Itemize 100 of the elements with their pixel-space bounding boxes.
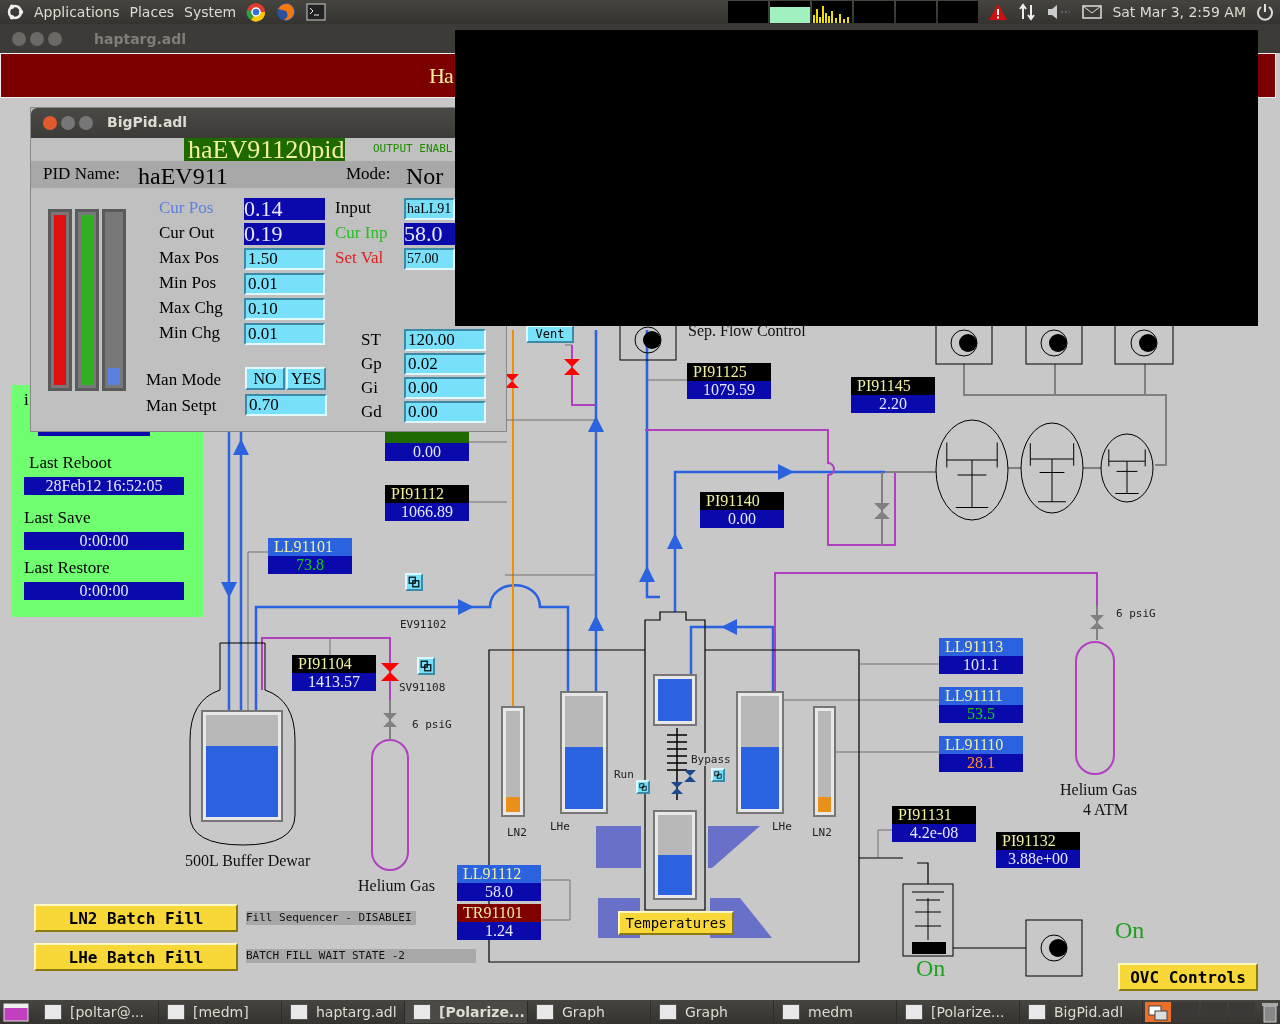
readout-value: 4.2e-08	[892, 824, 976, 842]
logo-icon[interactable]	[6, 3, 24, 21]
warning-icon[interactable]	[988, 3, 1009, 21]
trash-icon[interactable]	[1260, 1001, 1280, 1023]
related-display-button[interactable]: Temperatures	[618, 911, 734, 935]
readout-value: 1079.59	[687, 381, 771, 399]
readout-tag: LL91110	[939, 736, 1023, 754]
taskbar-item[interactable]: Graph	[651, 1001, 774, 1023]
terminal-icon[interactable]	[306, 3, 327, 21]
panel-label: i	[24, 390, 29, 410]
field-label: Input	[335, 198, 371, 218]
readout-tag: PI91140	[700, 492, 784, 510]
field-label: Man Setpt	[146, 396, 217, 416]
readout-value: 73.8	[268, 556, 352, 574]
mode-option[interactable]: NO	[245, 367, 285, 390]
related-display-button[interactable]: OVC Controls	[1118, 963, 1258, 991]
input-field[interactable]: 57.00	[404, 248, 455, 270]
taskbar-item[interactable]: [Polarize...	[405, 1001, 528, 1023]
readout-value: 28.1	[939, 754, 1023, 772]
readout-tag: PI91145	[851, 377, 935, 395]
menu-item[interactable]: Places	[129, 4, 175, 20]
input-field[interactable]: 0.70	[245, 394, 327, 416]
popup-button[interactable]	[405, 573, 423, 591]
workspace-switcher-icon[interactable]	[1143, 1001, 1255, 1023]
input-field[interactable]: 0.01	[244, 273, 325, 295]
input-field[interactable]: 0.00	[404, 377, 486, 399]
field-label: PID Name:	[43, 164, 120, 184]
diagram-label: 6 psiG	[412, 718, 452, 731]
popup-button[interactable]	[711, 768, 725, 782]
diagram-label: Bypass	[691, 753, 731, 766]
globe-icon[interactable]	[276, 2, 297, 22]
field-label: Cur Out	[159, 223, 215, 243]
power-icon[interactable]	[1256, 3, 1274, 21]
diagram-label: Run	[614, 768, 634, 781]
field-label: Cur Inp	[335, 223, 388, 243]
panel-label: Last Reboot	[29, 453, 112, 473]
readout-tag: PI91104	[292, 655, 376, 673]
speaker-icon[interactable]	[1046, 4, 1073, 20]
field-label: Max Pos	[159, 248, 219, 268]
diagram-label: LN2	[812, 826, 832, 839]
input-field[interactable]: 120.00	[404, 329, 486, 351]
readout-value: 2.20	[851, 395, 935, 413]
taskbar-item[interactable]: Graph	[528, 1001, 651, 1023]
record-name: haEV91120pid	[184, 138, 345, 161]
panel-label: Last Save	[24, 508, 91, 528]
readout-value: 58.0	[457, 883, 541, 901]
pump-state: On	[1115, 917, 1145, 944]
readout-tag: TR91101	[457, 904, 541, 922]
readout-tag: PI91131	[892, 806, 976, 824]
readout-tag: PI91132	[996, 832, 1080, 850]
readout-value: 1.24	[457, 922, 541, 940]
mail-icon[interactable]	[1082, 5, 1103, 19]
diagram-label: 500L Buffer Dewar	[185, 852, 311, 870]
field-label: Mode:	[346, 164, 391, 184]
input-field[interactable]: 0.10	[244, 298, 325, 320]
browser-icon[interactable]	[246, 2, 267, 22]
window-title: BigPid.adl	[107, 114, 188, 130]
taskbar-item[interactable]: medm	[774, 1001, 897, 1023]
diagram-label: LHe	[772, 820, 792, 833]
value-display: 0.19	[244, 223, 325, 245]
diagram-label: SV91108	[399, 681, 446, 694]
field-label: ST	[361, 330, 381, 350]
value-display: 58.0	[404, 223, 455, 245]
taskbar-item[interactable]: [poltar@...	[36, 1001, 159, 1023]
window-title: haptarg.adl	[94, 30, 187, 47]
readout-value: 1413.57	[292, 673, 376, 691]
readout-value: 0.00	[385, 443, 469, 461]
readout-value: 1066.89	[385, 503, 469, 521]
network-arrows-icon[interactable]	[1018, 3, 1037, 21]
readout-tag: PI91112	[385, 485, 469, 503]
taskbar-item[interactable]: haptarg.adl	[282, 1001, 405, 1023]
menu-item[interactable]: System	[184, 4, 237, 20]
diagram-label: LHe	[550, 820, 570, 833]
popup-button[interactable]	[417, 657, 435, 675]
taskbar-item[interactable]: BigPid.adl	[1020, 1001, 1143, 1023]
input-field[interactable]: 0.01	[244, 323, 325, 345]
popup-button[interactable]	[636, 780, 650, 794]
menu-item[interactable]: Applications	[34, 4, 120, 20]
clock[interactable]: Sat Mar 3, 2:59 AM	[1112, 4, 1246, 20]
readout-value: 0.00	[700, 510, 784, 528]
taskbar-item[interactable]: [Polarize...	[897, 1001, 1020, 1023]
input-field[interactable]: 0.02	[404, 353, 486, 375]
input-field[interactable]: 0.00	[404, 401, 486, 423]
value-display: 28Feb12 16:52:05	[24, 477, 184, 495]
input-field[interactable]: 1.50	[244, 248, 325, 270]
readout-value: 101.1	[939, 656, 1023, 674]
readout-value: 53.5	[939, 705, 1023, 723]
readout-tag: PI91125	[687, 363, 771, 381]
diagram-label: LN2	[507, 826, 527, 839]
taskbar-item[interactable]: [medm]	[159, 1001, 282, 1023]
input-field[interactable]: haLL91	[404, 198, 455, 220]
mode-value: Nor	[406, 163, 444, 189]
related-display-button[interactable]: LN2 Batch Fill	[34, 904, 238, 932]
pump-state: On	[916, 955, 946, 982]
value-display: 0:00:00	[24, 582, 184, 600]
related-display-button[interactable]: LHe Batch Fill	[34, 943, 238, 971]
field-label: Man Mode	[146, 370, 222, 390]
field-label: Min Chg	[159, 323, 220, 343]
readout-tag: LL91113	[939, 638, 1023, 656]
mode-option[interactable]: YES	[286, 367, 326, 390]
